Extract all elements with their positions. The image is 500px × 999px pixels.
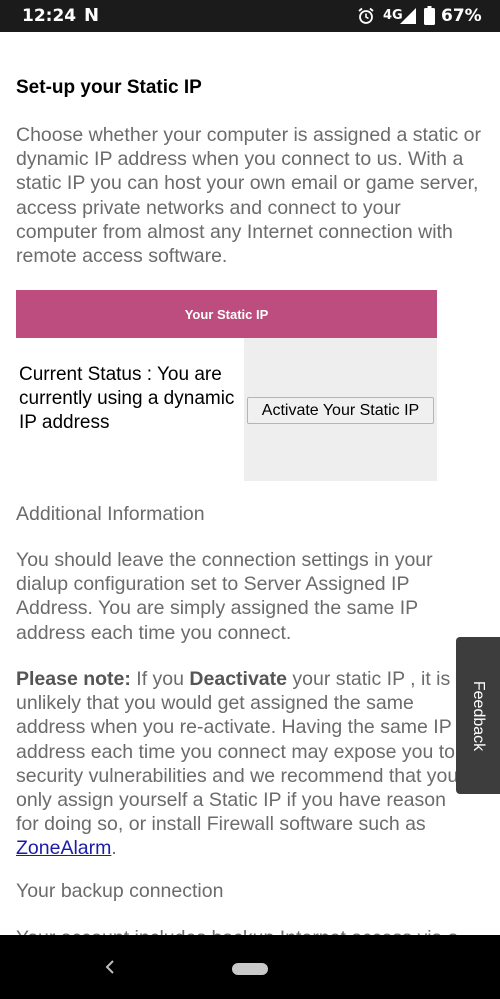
- signal-icon: [400, 8, 416, 24]
- additional-info-heading: Additional Information: [16, 503, 205, 525]
- intro-paragraph: Choose whether your computer is assigned…: [16, 124, 481, 268]
- backup-connection-text: Your account includes backup Internet ac…: [16, 926, 459, 935]
- zonealarm-link[interactable]: ZoneAlarm: [16, 837, 111, 859]
- paragraph-line: address each time you connect may expose…: [16, 740, 455, 763]
- paragraph-line: address when you re-activate. Having the…: [16, 716, 452, 739]
- battery-percent: 67%: [441, 6, 482, 26]
- note-text: your static IP , it is: [286, 668, 451, 690]
- panel-header: Your Static IP: [16, 290, 437, 338]
- paragraph-line: only assign yourself a Static IP if you …: [16, 789, 446, 812]
- page-title: Set-up your Static IP: [16, 77, 202, 98]
- paragraph-line: Please note: If you Deactivate your stat…: [16, 667, 496, 691]
- note-text: If you: [130, 668, 190, 690]
- paragraph-line: for doing so, or install Firewall softwa…: [16, 813, 426, 836]
- netflix-notification-icon: N: [84, 5, 100, 26]
- page-content: Set-up your Static IP Choose whether you…: [0, 32, 500, 935]
- paragraph-line: dialup configuration set to Server Assig…: [16, 573, 410, 596]
- back-chevron-icon[interactable]: [100, 957, 120, 977]
- paragraph-line: address each time you connect.: [16, 621, 292, 644]
- static-ip-panel: Your Static IP Current Status : You are …: [16, 290, 437, 481]
- feedback-tab[interactable]: Feedback: [456, 637, 500, 794]
- status-bar: 12:24 N 4G 67%: [0, 0, 500, 32]
- period: .: [111, 837, 117, 860]
- feedback-label: Feedback: [470, 680, 487, 751]
- paragraph-line: ZoneAlarm.: [16, 836, 496, 860]
- backup-connection-heading: Your backup connection: [16, 880, 224, 902]
- paragraph-line: Address. You are simply assigned the sam…: [16, 597, 419, 620]
- paragraph-line: unlikely that you would get assigned the…: [16, 692, 414, 715]
- please-note-paragraph: Please note: If you Deactivate your stat…: [16, 667, 496, 861]
- current-status-text: Current Status : You are currently using…: [19, 364, 235, 433]
- paragraph-line: You should leave the connection settings…: [16, 549, 433, 571]
- please-note-label: Please note:: [16, 668, 131, 690]
- screen: 12:24 N 4G 67% Set-up your Static IP Cho…: [0, 0, 500, 999]
- status-time: 12:24: [22, 6, 77, 26]
- home-pill-button[interactable]: [232, 963, 268, 975]
- alarm-icon: [358, 7, 374, 24]
- paragraph-line: security vulnerabilities and we recommen…: [16, 764, 459, 787]
- deactivate-emphasis: Deactivate: [189, 668, 287, 690]
- connection-settings-paragraph: You should leave the connection settings…: [16, 548, 496, 645]
- activate-static-ip-button[interactable]: Activate Your Static IP: [247, 397, 434, 424]
- battery-icon: [424, 6, 435, 25]
- navigation-bar: [0, 935, 500, 999]
